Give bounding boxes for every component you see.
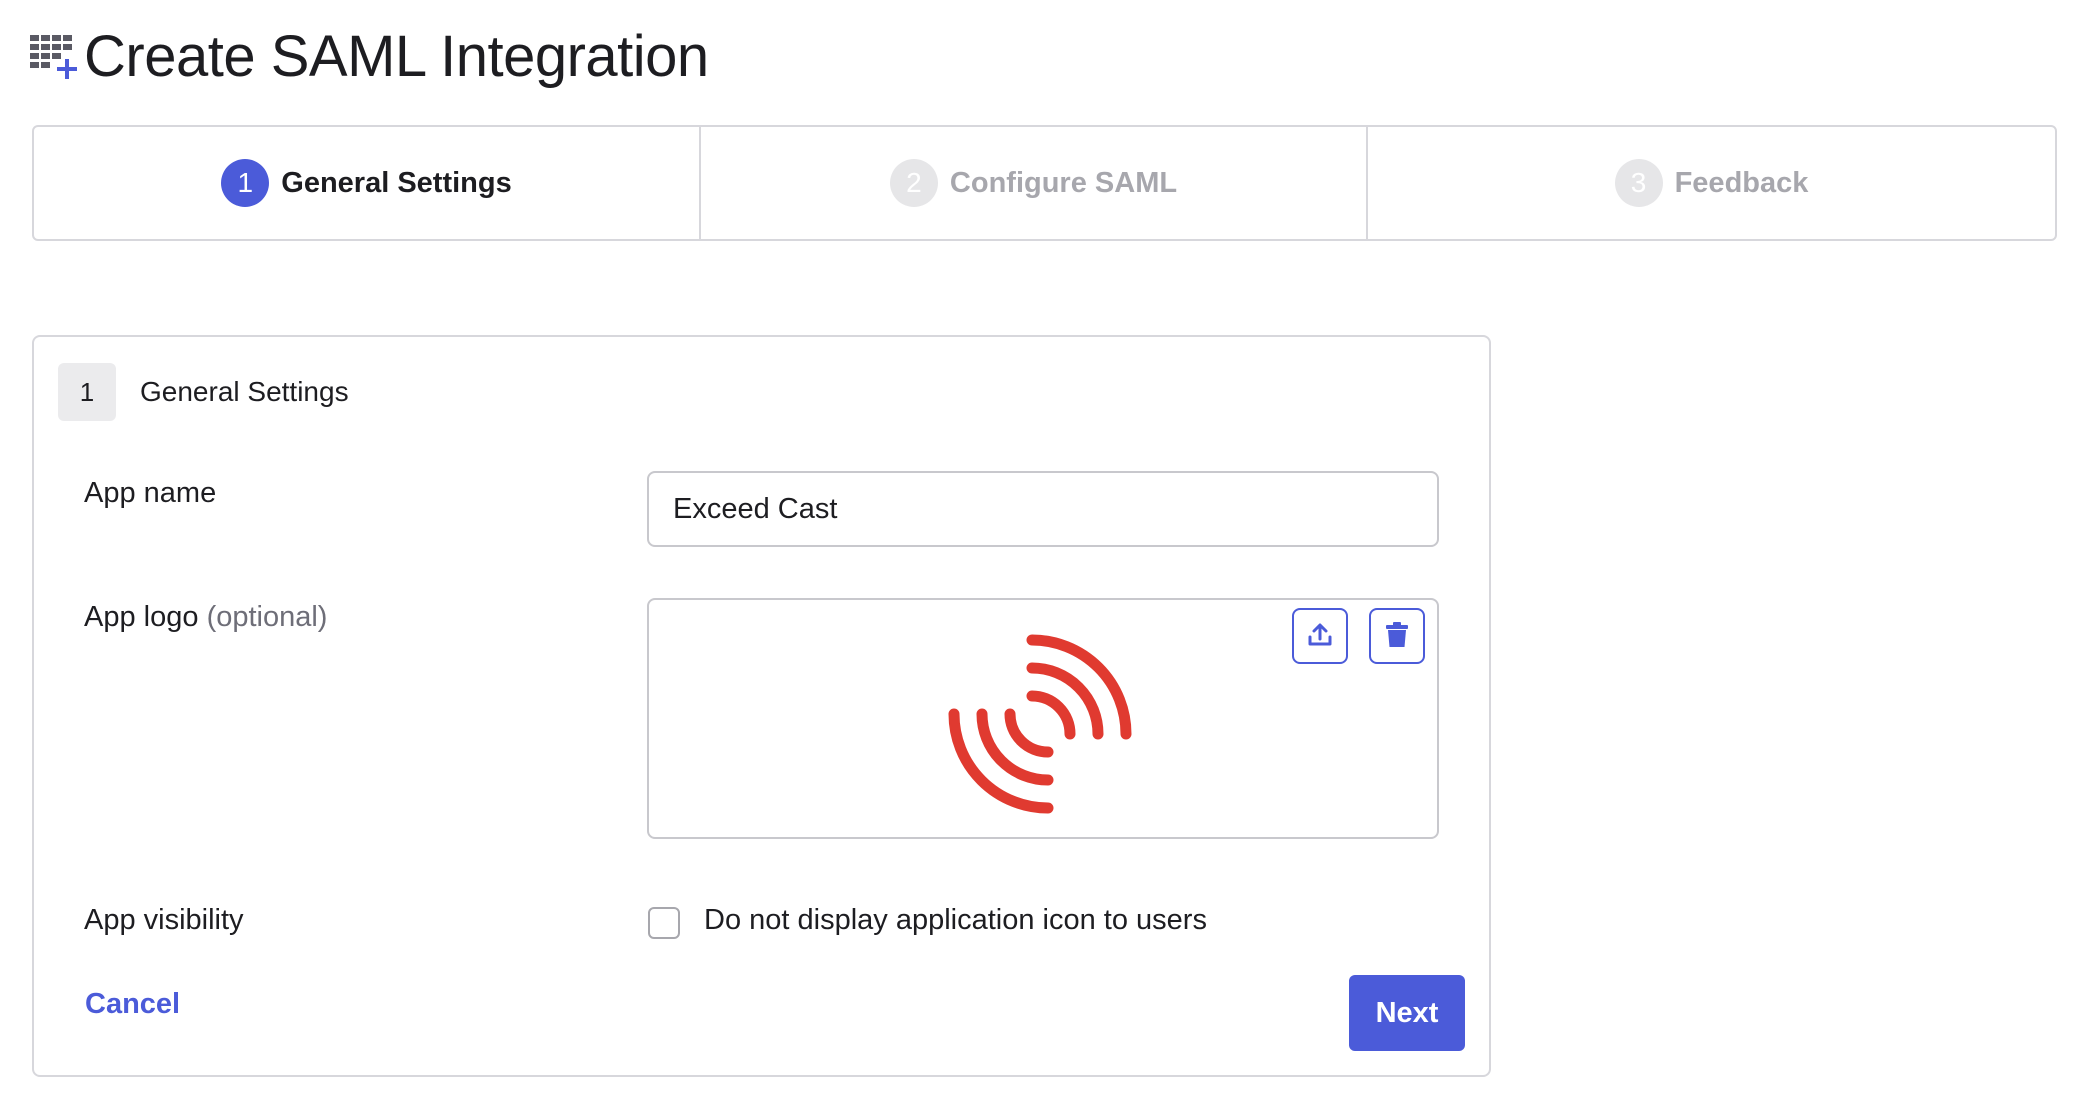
hide-app-icon-checkbox[interactable] [648,907,680,939]
optional-hint: (optional) [206,601,328,633]
trash-icon [1384,621,1410,652]
upload-logo-button[interactable] [1292,608,1348,664]
general-settings-card: 1 General Settings App name App logo (op… [32,335,1491,1077]
app-logo-dropzone[interactable] [647,598,1439,839]
upload-icon [1306,621,1334,652]
page-title: Create SAML Integration [84,24,709,89]
app-logo-label-text: App logo [84,601,199,633]
step-number-badge: 1 [221,159,270,207]
step-general-settings: 1 General Settings [34,127,701,239]
wizard-stepper: 1 General Settings 2 Configure SAML 3 Fe… [32,125,2057,241]
step-label: Configure SAML [949,166,1178,199]
page-header: Create SAML Integration [30,22,709,92]
step-configure-saml: 2 Configure SAML [701,127,1368,239]
step-label: General Settings [281,166,512,199]
app-visibility-label: App visibility [84,904,244,936]
app-name-label: App name [84,477,217,509]
hide-app-icon-checkbox-label[interactable]: Do not display application icon to users [704,904,1207,937]
card-header: 1 General Settings [58,363,349,421]
cancel-link[interactable]: Cancel [85,988,180,1021]
delete-logo-button[interactable] [1369,608,1425,664]
next-button[interactable]: Next [1349,975,1465,1051]
step-number-badge: 3 [1614,159,1663,207]
broadcast-signal-icon [940,624,1140,824]
app-logo-label: App logo (optional) [84,601,327,634]
step-label: Feedback [1674,166,1809,199]
step-number-badge: 2 [889,159,938,207]
app-name-input[interactable] [647,471,1439,547]
card-step-badge: 1 [58,363,116,421]
grid-plus-icon [30,31,82,83]
card-title: General Settings [140,376,349,407]
step-feedback: 3 Feedback [1368,127,2055,239]
